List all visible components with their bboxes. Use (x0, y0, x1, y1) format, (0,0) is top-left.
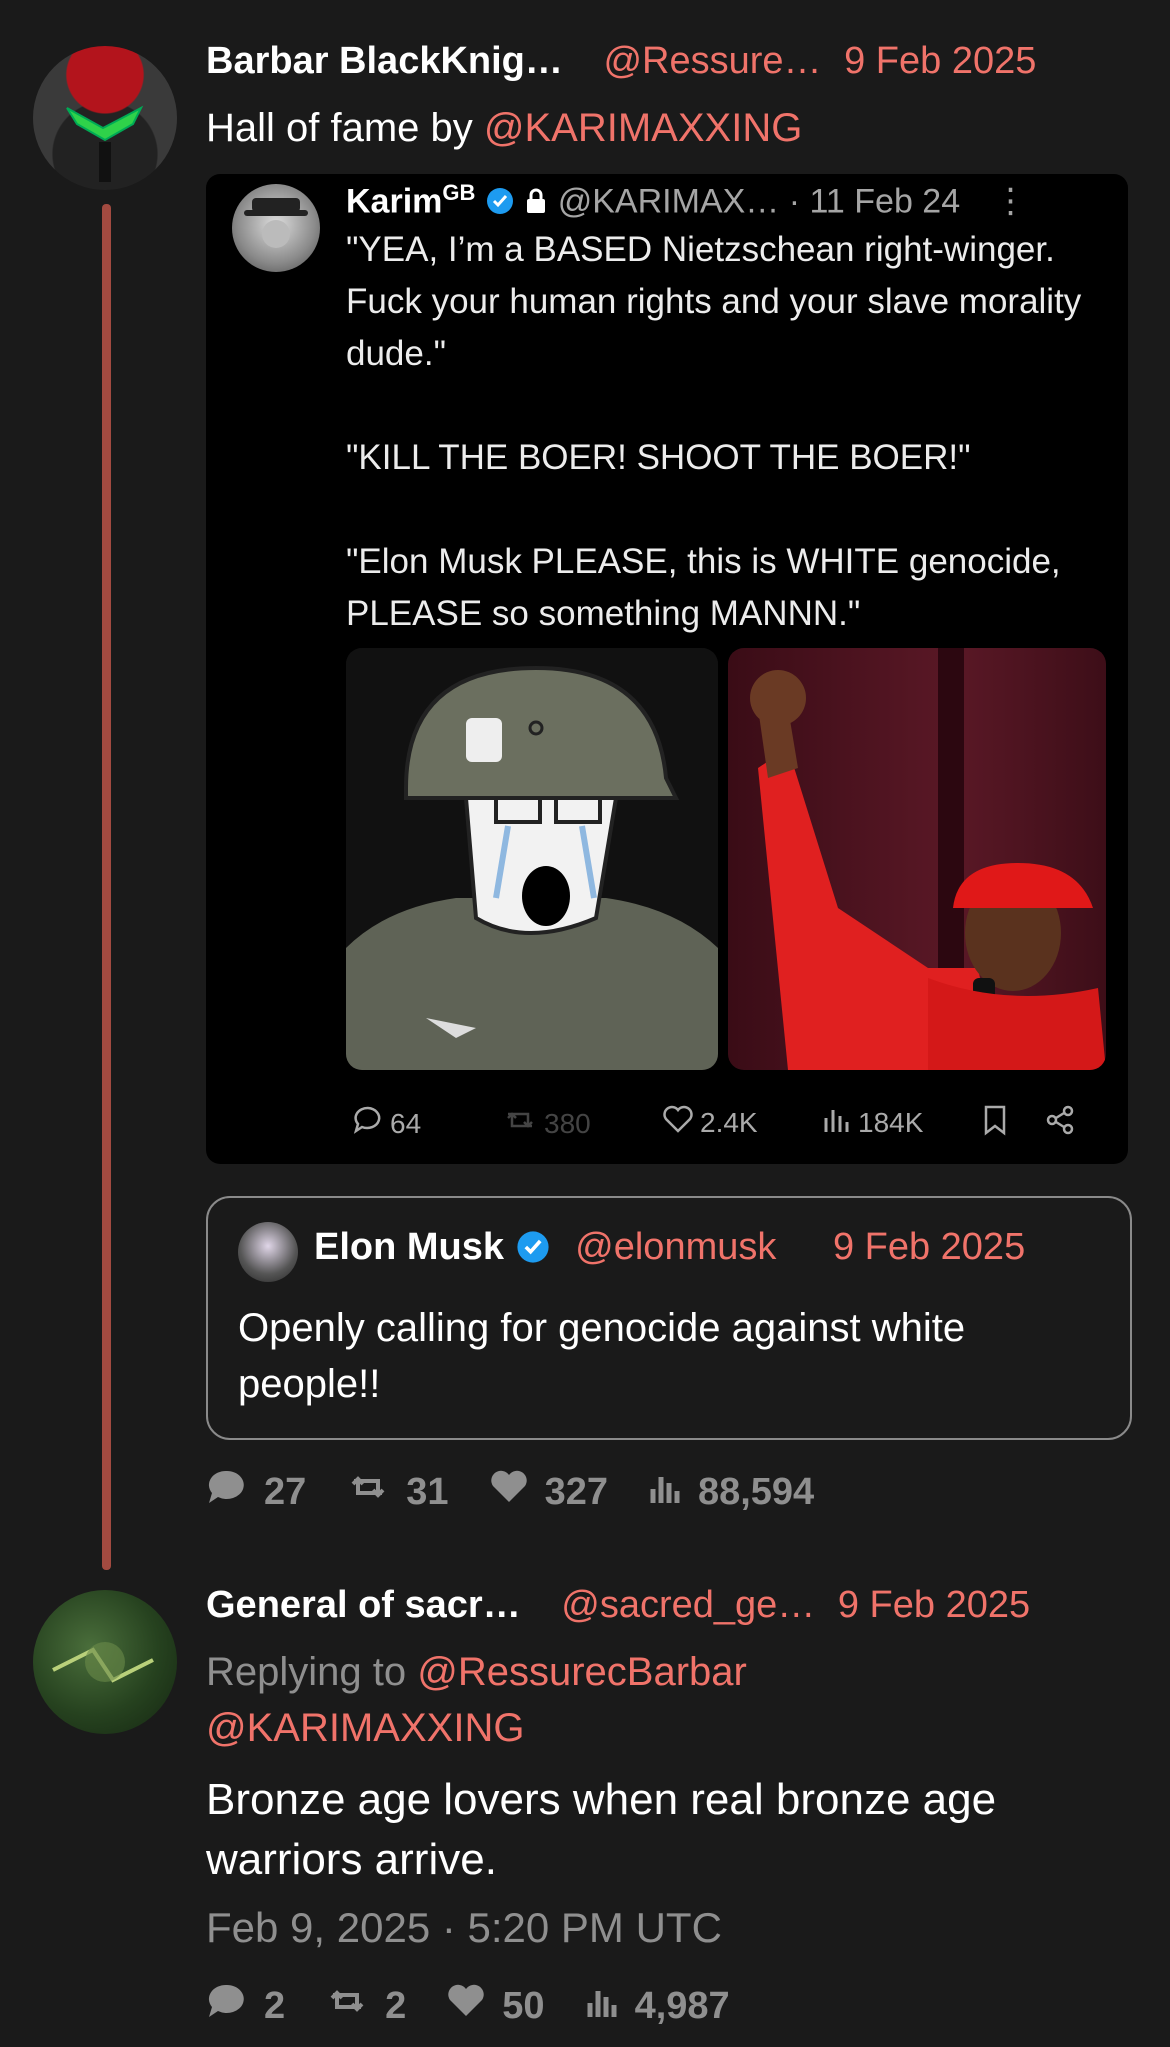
quote-text: Openly calling for genocide against whit… (238, 1306, 966, 1406)
reply-button[interactable]: 2 (206, 1982, 285, 2030)
embedded-reply-count: 64 (390, 1107, 422, 1139)
quote-card[interactable]: Elon Musk @elonmusk 9 Feb 2025 Openly ca… (206, 1196, 1132, 1440)
repost-count: 31 (406, 1470, 449, 1513)
views-count: 88,594 (697, 1470, 815, 1513)
replying-to: Replying to @RessurecBarbar @KARIMAXXING (206, 1644, 747, 1756)
verified-icon (515, 1226, 562, 1268)
embedded-views-count: 184K (858, 1106, 924, 1138)
avatar[interactable] (33, 46, 177, 190)
reply-icon (206, 1982, 248, 2030)
embedded-header: KarimGB @KARIMAX… · 11 Feb 24 ⋮ (346, 180, 1028, 221)
reply-count: 2 (264, 1984, 286, 2027)
thread-line (102, 204, 111, 1570)
repost-count: 2 (385, 1984, 407, 2027)
repost-button[interactable]: 2 (325, 1982, 406, 2030)
post-header: General of sacr… @sacred_ge… 9 Feb 2025 (206, 1584, 1030, 1627)
repost-button[interactable]: 31 (346, 1468, 449, 1516)
quote-author-handle[interactable]: @elonmusk (575, 1226, 776, 1268)
repost-icon (325, 1982, 369, 2030)
repost-icon (346, 1468, 390, 1516)
quote-author-name[interactable]: Elon Musk (314, 1226, 504, 1268)
views-count: 4,987 (634, 1984, 730, 2027)
repost-icon (502, 1104, 538, 1143)
embedded-stats: 64 380 2.4K 184K (346, 1104, 1106, 1148)
post-date[interactable]: 9 Feb 2025 (838, 1584, 1030, 1626)
reply-icon (206, 1468, 248, 1516)
reply-count: 27 (264, 1470, 307, 1513)
meme-image-speaker (728, 648, 1106, 1070)
reply-icon (352, 1104, 384, 1143)
embedded-handle: @KARIMAX… (557, 182, 780, 221)
embedded-repost-stat: 380 (502, 1104, 591, 1143)
post-date[interactable]: 9 Feb 2025 (844, 40, 1036, 82)
embedded-text: "YEA, I’m a BASED Nietzschean right-wing… (346, 230, 1082, 633)
embedded-like-count: 2.4K (700, 1106, 758, 1138)
quote-header: Elon Musk @elonmusk 9 Feb 2025 (314, 1226, 1025, 1269)
like-icon (489, 1469, 529, 1515)
post-text: Bronze age lovers when real bronze age w… (206, 1775, 997, 1884)
like-button[interactable]: 327 (489, 1469, 608, 1515)
post-stats: 27 31 327 88,594 (206, 1468, 814, 1516)
post-stats: 2 2 50 4,987 (206, 1982, 730, 2030)
lock-icon (524, 182, 557, 220)
post-text: Hall of fame by @KARIMAXXING (206, 106, 802, 151)
views-icon (648, 1469, 682, 1515)
embedded-date: · 11 Feb 24 (788, 182, 961, 221)
like-icon (662, 1104, 694, 1141)
post-timestamp[interactable]: Feb 9, 2025 · 5:20 PM UTC (206, 1904, 722, 1952)
more-icon: ⋮ (993, 182, 1028, 221)
embedded-avatar (232, 184, 320, 272)
like-button[interactable]: 50 (446, 1983, 545, 2029)
mention-link[interactable]: @RessurecBarbar (417, 1650, 747, 1694)
views-button[interactable]: 4,987 (585, 1983, 730, 2029)
post-header: Barbar BlackKnig… @Ressure… 9 Feb 2025 (206, 40, 1036, 83)
verified-icon (485, 182, 524, 220)
embedded-reply-stat: 64 (352, 1104, 421, 1143)
quote-avatar[interactable] (238, 1222, 298, 1282)
like-count: 50 (502, 1984, 545, 2027)
author-name[interactable]: General of sacr… (206, 1584, 521, 1626)
bookmark-icon (982, 1104, 1008, 1136)
replying-label: Replying to (206, 1650, 418, 1694)
author-name[interactable]: Barbar BlackKnig… (206, 40, 563, 82)
embedded-name-sup: GB (442, 180, 476, 205)
attached-image[interactable]: KarimGB @KARIMAX… · 11 Feb 24 ⋮ "YEA, I’… (206, 174, 1128, 1164)
share-icon (1044, 1104, 1076, 1136)
like-count: 327 (544, 1470, 608, 1513)
embedded-views-stat: 184K (822, 1104, 923, 1141)
views-icon (585, 1983, 619, 2029)
avatar[interactable] (33, 1590, 177, 1734)
mention-link[interactable]: @KARIMAXXING (484, 106, 802, 150)
embedded-like-stat: 2.4K (662, 1104, 758, 1141)
quote-date[interactable]: 9 Feb 2025 (833, 1226, 1025, 1268)
like-icon (446, 1983, 486, 2029)
meme-image-soldier (346, 648, 718, 1070)
author-handle[interactable]: @Ressure… (603, 40, 821, 82)
reply-button[interactable]: 27 (206, 1468, 306, 1516)
author-handle[interactable]: @sacred_ge… (561, 1584, 815, 1626)
post-text-body: Hall of fame by (206, 106, 484, 150)
embedded-repost-count: 380 (544, 1107, 591, 1139)
views-icon (822, 1104, 852, 1141)
mention-link[interactable]: @KARIMAXXING (206, 1706, 524, 1750)
embedded-name: Karim (346, 182, 443, 221)
views-button[interactable]: 88,594 (648, 1469, 814, 1515)
